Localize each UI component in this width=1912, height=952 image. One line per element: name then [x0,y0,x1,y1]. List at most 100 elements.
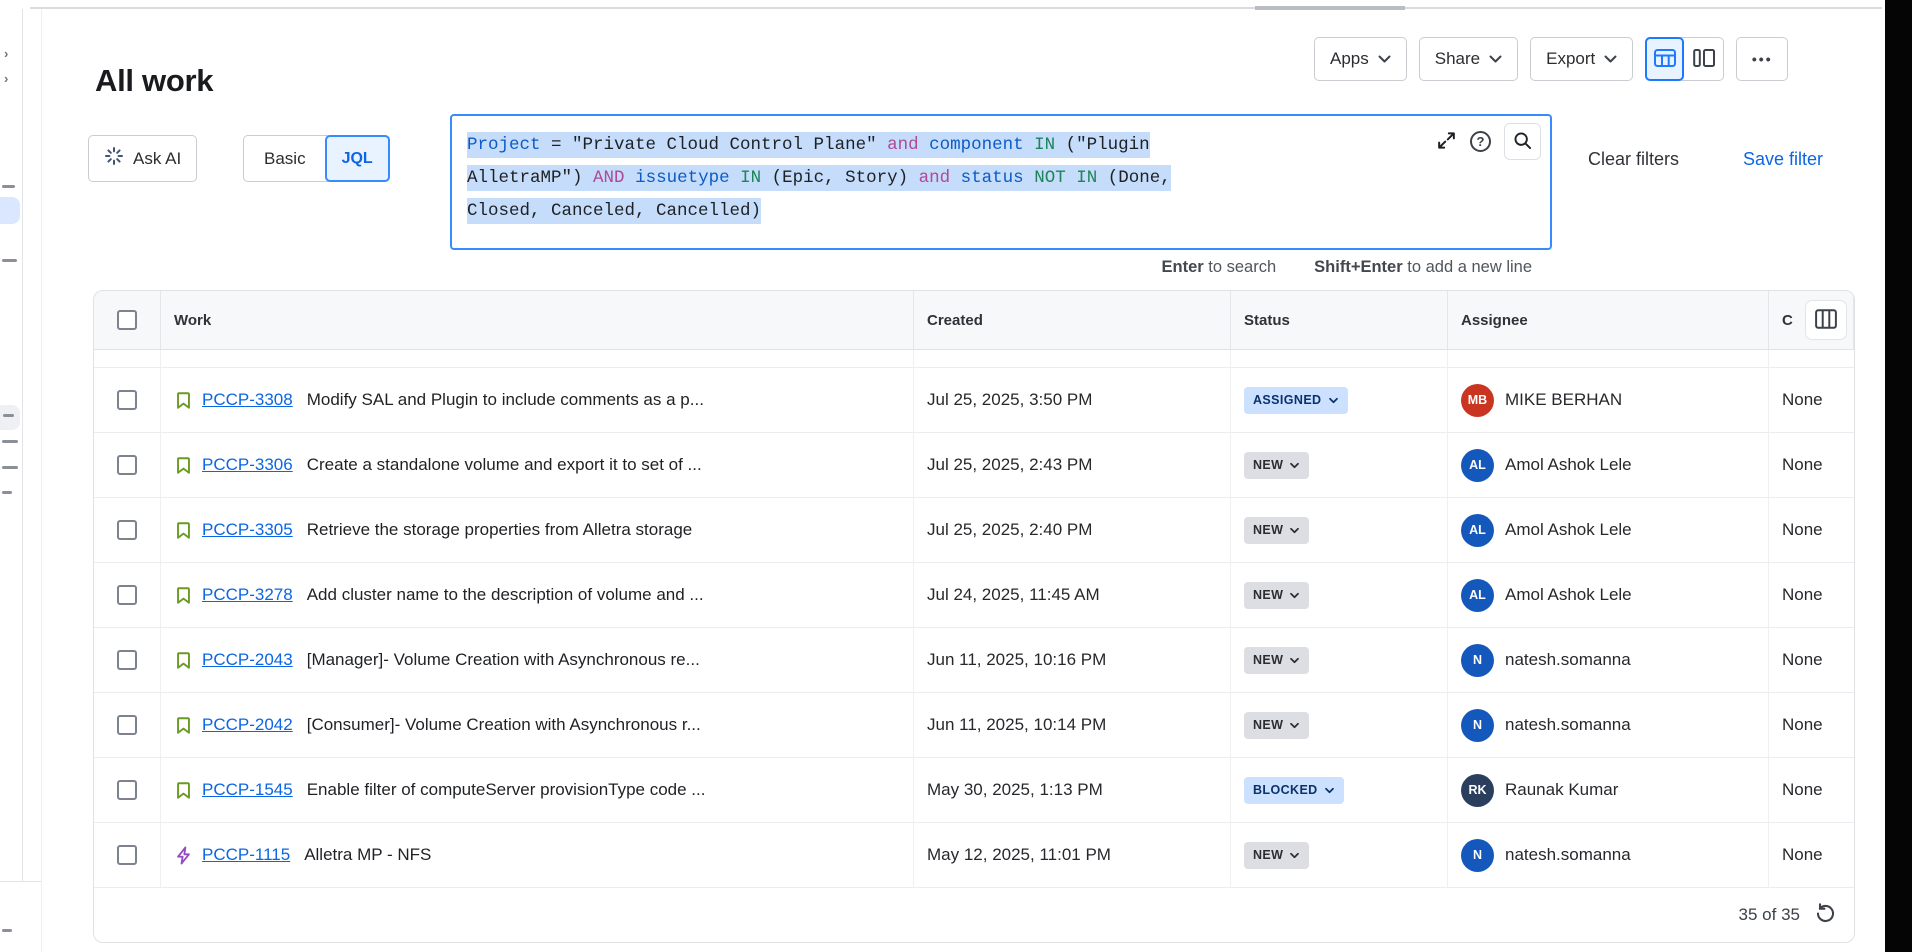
export-button[interactable]: Export [1530,37,1633,81]
issue-summary[interactable]: Add cluster name to the description of v… [307,585,704,605]
basic-mode-tab[interactable]: Basic [244,136,326,181]
work-items-table: Work Created Status Assignee C PCCP-3308… [93,290,1855,943]
ai-sparkle-icon [104,146,124,171]
status-cell: NEW [1231,563,1448,627]
status-label: NEW [1253,653,1283,667]
status-label: NEW [1253,458,1283,472]
row-checkbox[interactable] [117,390,137,410]
status-dropdown[interactable]: BLOCKED [1244,777,1344,804]
refresh-button[interactable] [1814,902,1837,928]
sidebar-chevron-icon: › [4,71,8,86]
configure-columns-button[interactable] [1805,300,1847,340]
sidebar-divider [22,9,23,881]
avatar: MB [1461,384,1494,417]
sidebar-bottom-divider [0,881,41,882]
row-checkbox[interactable] [117,455,137,475]
story-icon [174,781,193,800]
epic-icon [174,846,193,865]
issue-key-link[interactable]: PCCP-3278 [202,585,293,605]
issue-key-link[interactable]: PCCP-2042 [202,715,293,735]
status-dropdown[interactable]: NEW [1244,452,1309,479]
row-checkbox[interactable] [117,585,137,605]
column-header-created[interactable]: Created [914,291,1231,349]
more-actions-button[interactable]: ••• [1736,37,1788,81]
row-checkbox[interactable] [117,845,137,865]
clear-filters-button[interactable]: Clear filters [1582,137,1685,181]
chevron-down-icon [1289,718,1300,732]
story-icon [174,651,193,670]
story-icon [174,716,193,735]
column-header-status[interactable]: Status [1231,291,1448,349]
row-checkbox[interactable] [117,650,137,670]
view-switcher [1645,37,1724,81]
jql-editor-lines: Project = "Private Cloud Control Plane" … [467,129,1536,228]
extra-cell: None [1769,498,1854,562]
issue-key-link[interactable]: PCCP-3306 [202,455,293,475]
row-checkbox[interactable] [117,520,137,540]
status-cell: NEW [1231,498,1448,562]
table-view-button[interactable] [1645,37,1684,81]
run-search-button[interactable] [1504,123,1541,160]
status-cell: BLOCKED [1231,758,1448,822]
syntax-help-button[interactable]: ? [1470,131,1491,152]
issue-summary[interactable]: [Consumer]- Volume Creation with Asynchr… [307,715,701,735]
table-row: PCCP-2042 [Consumer]- Volume Creation wit… [94,693,1854,758]
row-checkbox[interactable] [117,780,137,800]
status-dropdown[interactable]: NEW [1244,582,1309,609]
created-cell: Jul 24, 2025, 11:45 AM [914,563,1231,627]
assignee-cell: RKRaunak Kumar [1448,758,1769,822]
issue-summary[interactable]: [Manager]- Volume Creation with Asynchro… [307,650,700,670]
created-cell: May 30, 2025, 1:13 PM [914,758,1231,822]
status-dropdown[interactable]: NEW [1244,647,1309,674]
status-label: NEW [1253,523,1283,537]
status-dropdown[interactable]: NEW [1244,712,1309,739]
ask-ai-button[interactable]: Ask AI [88,135,197,182]
screen: › › All work Apps Share Export [0,0,1912,952]
issue-summary[interactable]: Alletra MP - NFS [304,845,431,865]
story-icon [174,391,193,410]
assignee-name: Amol Ashok Lele [1505,455,1632,475]
work-cell: PCCP-2042 [Consumer]- Volume Creation wit… [161,693,914,757]
table-row: PCCP-1545 Enable filter of computeServer … [94,758,1854,823]
sidebar-item-fragment[interactable] [0,405,20,430]
select-all-checkbox[interactable] [117,310,137,330]
issue-summary[interactable]: Modify SAL and Plugin to include comment… [307,390,704,410]
detail-view-button[interactable] [1684,38,1723,80]
created-cell: Jul 25, 2025, 3:50 PM [914,368,1231,432]
issue-summary[interactable]: Create a standalone volume and export it… [307,455,702,475]
issue-summary[interactable]: Enable filter of computeServer provision… [307,780,706,800]
status-dropdown[interactable]: NEW [1244,517,1309,544]
issue-key-link[interactable]: PCCP-1115 [202,845,290,865]
sidebar-selected-item-fragment[interactable] [0,197,20,224]
column-header-assignee[interactable]: Assignee [1448,291,1769,349]
expand-editor-button[interactable] [1436,130,1457,154]
column-header-work[interactable]: Work [161,291,914,349]
status-label: NEW [1253,588,1283,602]
chevron-down-icon [1378,55,1391,63]
save-filter-button[interactable]: Save filter [1737,137,1829,181]
work-cell: PCCP-3308 Modify SAL and Plugin to includ… [161,368,914,432]
panel-divider [41,9,42,952]
assignee-cell: MBMIKE BERHAN [1448,368,1769,432]
apps-button[interactable]: Apps [1314,37,1407,81]
hint-shift-enter-key: Shift+Enter [1314,258,1402,276]
extra-cell: None [1769,368,1854,432]
share-button[interactable]: Share [1419,37,1518,81]
extra-cell: None [1769,563,1854,627]
issue-key-link[interactable]: PCCP-3305 [202,520,293,540]
created-cell: Jun 11, 2025, 10:14 PM [914,693,1231,757]
status-dropdown[interactable]: NEW [1244,842,1309,869]
status-dropdown[interactable]: ASSIGNED [1244,387,1348,414]
issue-key-link[interactable]: PCCP-3308 [202,390,293,410]
chevron-down-icon [1328,393,1339,407]
issue-key-link[interactable]: PCCP-2043 [202,650,293,670]
issue-key-link[interactable]: PCCP-1545 [202,780,293,800]
jql-query-editor[interactable]: Project = "Private Cloud Control Plane" … [450,114,1552,250]
chevron-down-icon [1289,458,1300,472]
result-count: 35 of 35 [1739,905,1800,925]
issue-summary[interactable]: Retrieve the storage properties from All… [307,520,693,540]
work-cell: PCCP-3305 Retrieve the storage properties… [161,498,914,562]
row-checkbox[interactable] [117,715,137,735]
jql-mode-tab[interactable]: JQL [325,135,390,182]
assignee-cell: Nnatesh.somanna [1448,628,1769,692]
